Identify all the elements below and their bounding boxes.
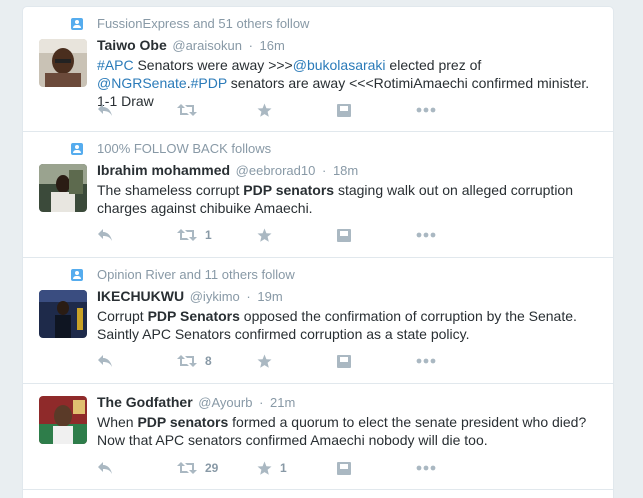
favorite-icon bbox=[257, 103, 272, 118]
retweet-icon bbox=[177, 103, 197, 117]
tweet-text: The shameless corrupt PDP senators stagi… bbox=[97, 181, 597, 217]
tweet-username[interactable]: @eebrorad10 bbox=[236, 163, 316, 178]
reply-button[interactable] bbox=[97, 352, 113, 370]
tweet-fullname[interactable]: Taiwo Obe bbox=[97, 37, 167, 53]
tweet-text: When PDP senators formed a quorum to ele… bbox=[97, 413, 597, 449]
retweet-button[interactable]: 29 bbox=[177, 459, 218, 477]
tweet-fullname[interactable]: Ibrahim mohammed bbox=[97, 162, 230, 178]
avatar[interactable] bbox=[39, 164, 87, 212]
tweet-context: 100% FOLLOW BACK follows bbox=[71, 141, 271, 156]
tweet-text-segment: When bbox=[97, 414, 138, 430]
favorite-button[interactable] bbox=[257, 226, 280, 244]
tweet-timestamp[interactable]: 21m bbox=[270, 395, 295, 410]
highlighted-term: PDP senators bbox=[137, 414, 229, 430]
more-options-button[interactable] bbox=[416, 352, 436, 370]
tweet-fullname[interactable]: IKECHUKWU bbox=[97, 288, 184, 304]
more-icon bbox=[416, 358, 436, 364]
favorite-button[interactable] bbox=[257, 352, 280, 370]
retweet-button[interactable]: 1 bbox=[177, 226, 212, 244]
retweet-icon bbox=[177, 228, 197, 242]
favorite-button[interactable] bbox=[257, 101, 280, 119]
favorite-icon bbox=[257, 461, 272, 476]
tweet[interactable]: The Godfather @Ayourb · 21m When PDP sen… bbox=[23, 384, 613, 490]
tweet-text-segment: Corrupt bbox=[97, 308, 148, 324]
retweet-count: 29 bbox=[205, 461, 219, 475]
retweet-button[interactable]: 8 bbox=[177, 352, 212, 370]
context-text: Opinion River and 11 others follow bbox=[97, 267, 295, 282]
tweet-timestamp[interactable]: 18m bbox=[333, 163, 358, 178]
hashtag-link[interactable]: #APC bbox=[97, 57, 134, 73]
tweet-text-segment: elected prez of bbox=[385, 57, 482, 73]
save-button[interactable] bbox=[337, 101, 351, 119]
follow-context-icon bbox=[71, 142, 83, 155]
highlighted-term: PDP Senators bbox=[147, 308, 240, 324]
avatar[interactable] bbox=[39, 290, 87, 338]
more-icon bbox=[416, 232, 436, 238]
tweet-timestamp[interactable]: 19m bbox=[257, 289, 282, 304]
tweet-actions: 1 bbox=[97, 226, 597, 244]
reply-button[interactable] bbox=[97, 459, 113, 477]
favorite-count: 1 bbox=[280, 461, 287, 475]
tweet-actions: 29 1 bbox=[97, 459, 597, 477]
tweet-text: Corrupt PDP Senators opposed the confirm… bbox=[97, 307, 597, 343]
favorite-icon bbox=[257, 354, 272, 369]
tweet-actions: 8 bbox=[97, 352, 597, 370]
tweet-fullname[interactable]: The Godfather bbox=[97, 394, 193, 410]
save-icon bbox=[337, 354, 351, 368]
tweet[interactable]: 100% FOLLOW BACK follows Ibrahim mohamme… bbox=[23, 132, 613, 258]
reply-icon bbox=[97, 354, 113, 368]
tweet[interactable]: Opinion River and 11 others follow IKECH… bbox=[23, 258, 613, 384]
save-button[interactable] bbox=[337, 226, 351, 244]
highlighted-term: PDP senators bbox=[243, 182, 335, 198]
favorite-button[interactable]: 1 bbox=[257, 459, 287, 477]
header-separator: · bbox=[259, 395, 264, 410]
more-options-button[interactable] bbox=[416, 459, 436, 477]
header-separator: · bbox=[246, 289, 251, 304]
mention-link[interactable]: @bukolasaraki bbox=[293, 57, 386, 73]
tweet-text-segment: The shameless corrupt bbox=[97, 182, 244, 198]
retweet-count: 8 bbox=[205, 354, 212, 368]
tweet-username[interactable]: @Ayourb bbox=[198, 395, 252, 410]
avatar[interactable] bbox=[39, 396, 87, 444]
save-icon bbox=[337, 461, 351, 475]
tweet-username[interactable]: @araisokun bbox=[172, 38, 242, 53]
favorite-icon bbox=[257, 228, 272, 243]
save-button[interactable] bbox=[337, 459, 351, 477]
more-icon bbox=[416, 465, 436, 471]
retweet-icon bbox=[177, 354, 197, 368]
context-text: FussionExpress and 51 others follow bbox=[97, 16, 310, 31]
save-icon bbox=[337, 228, 351, 242]
more-options-button[interactable] bbox=[416, 101, 436, 119]
reply-button[interactable] bbox=[97, 226, 113, 244]
reply-icon bbox=[97, 228, 113, 242]
reply-button[interactable] bbox=[97, 101, 113, 119]
more-icon bbox=[416, 107, 436, 113]
follow-context-icon bbox=[71, 17, 83, 30]
save-icon bbox=[337, 103, 351, 117]
tweet[interactable]: FussionExpress and 51 others follow Taiw… bbox=[23, 7, 613, 132]
reply-icon bbox=[97, 461, 113, 475]
tweet-context: FussionExpress and 51 others follow bbox=[71, 16, 309, 31]
more-options-button[interactable] bbox=[416, 226, 436, 244]
retweet-button[interactable] bbox=[177, 101, 205, 119]
save-button[interactable] bbox=[337, 352, 351, 370]
reply-icon bbox=[97, 103, 113, 117]
avatar[interactable] bbox=[39, 39, 87, 87]
header-separator: · bbox=[321, 163, 327, 178]
context-text: 100% FOLLOW BACK follows bbox=[97, 141, 272, 156]
mention-link[interactable]: @NGRSenate bbox=[97, 75, 187, 91]
tweet-actions bbox=[97, 101, 597, 119]
hashtag-link[interactable]: #PDP bbox=[191, 75, 227, 91]
header-separator: · bbox=[248, 38, 253, 53]
timeline-stream: FussionExpress and 51 others follow Taiw… bbox=[22, 6, 614, 498]
retweet-icon bbox=[177, 461, 197, 475]
tweet-timestamp[interactable]: 16m bbox=[260, 38, 285, 53]
tweet-text-segment: Senators were away >>> bbox=[133, 57, 293, 73]
tweet-context: Opinion River and 11 others follow bbox=[71, 267, 295, 282]
follow-context-icon bbox=[71, 268, 83, 281]
retweet-count: 1 bbox=[205, 228, 212, 242]
tweet-username[interactable]: @iykimo bbox=[190, 289, 240, 304]
